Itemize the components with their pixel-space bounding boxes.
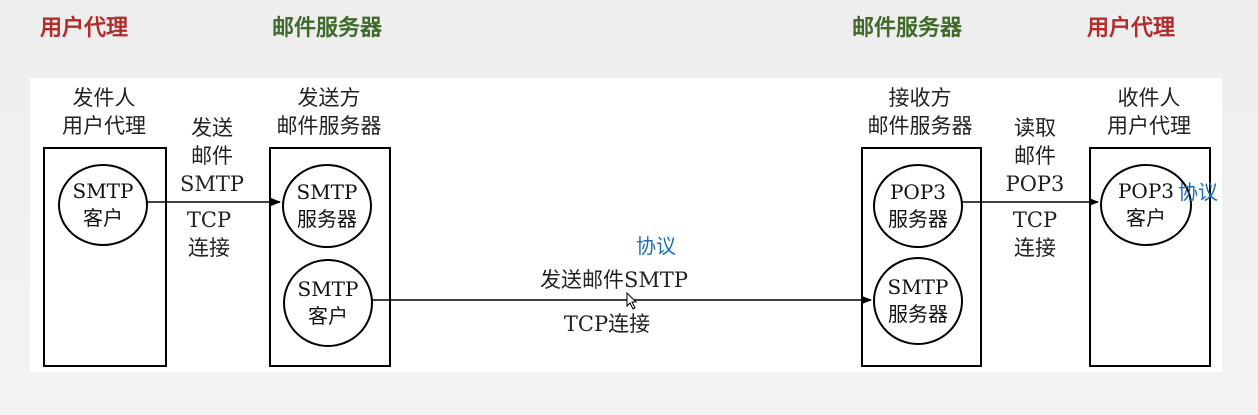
middle-tcp-label: TCP连接 [563, 312, 651, 336]
smtp-server-circle-2: SMTP 服务器 [873, 257, 963, 345]
pop3-server-circle: POP3 服务器 [873, 164, 963, 248]
sender-server-label: 发送方 邮件服务器 [276, 86, 382, 138]
mouse-cursor-icon [626, 292, 638, 310]
send-mail-label: 发送 邮件 SMTP [179, 116, 245, 196]
receiver-server-label: 接收方 邮件服务器 [867, 86, 973, 138]
smtp-client-circle-2: SMTP 客户 [283, 259, 373, 347]
header-right-user-agent: 用户代理 [1087, 16, 1176, 41]
sender-agent-label: 发件人 用户代理 [62, 86, 146, 138]
receiver-agent-label: 收件人 用户代理 [1107, 86, 1191, 138]
read-mail-label: 读取 邮件 POP3 [1005, 116, 1065, 196]
send-tcp-label: TCP 连接 [186, 208, 232, 260]
header-right-mail-server: 邮件服务器 [852, 16, 963, 41]
read-tcp-label: TCP 连接 [1012, 208, 1058, 260]
smtp-server-circle: SMTP 服务器 [282, 164, 372, 248]
middle-send-label: 发送邮件SMTP [539, 268, 689, 292]
header-left-user-agent: 用户代理 [40, 16, 129, 41]
header-left-mail-server: 邮件服务器 [272, 16, 383, 41]
smtp-client-circle: SMTP 客户 [58, 164, 148, 246]
protocol-annotation-right: 协议 [1178, 180, 1218, 204]
protocol-annotation-middle: 协议 [636, 234, 676, 258]
